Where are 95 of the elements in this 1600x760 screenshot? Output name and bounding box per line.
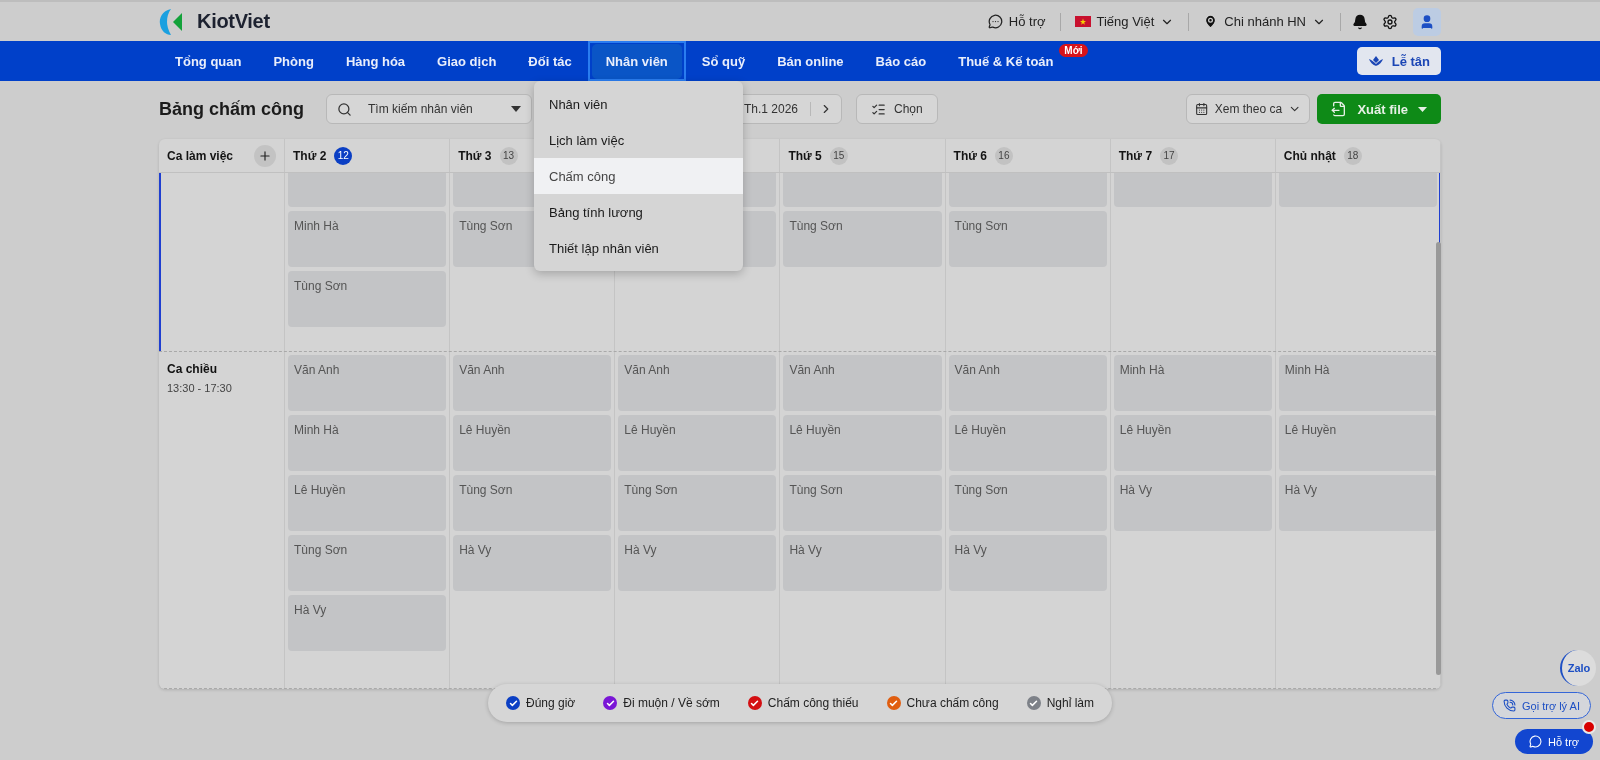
employee-card[interactable]: Văn Anh (618, 355, 777, 411)
nav-tab[interactable]: Hàng hóa (331, 43, 420, 79)
day-header: Thứ 3 (458, 148, 492, 163)
shift-time: 13:30 - 17:30 (167, 382, 233, 394)
export-button[interactable]: Xuất file (1317, 94, 1441, 124)
employee-card[interactable]: Văn Anh (948, 355, 1107, 411)
employee-card[interactable]: Tùng Sơn (288, 271, 447, 327)
nav-tab[interactable]: Phòng (259, 43, 328, 79)
new-badge: Mới (1059, 44, 1088, 57)
employee-card[interactable]: Tùng Sơn (948, 475, 1107, 531)
select-button[interactable]: Chọn (856, 94, 938, 124)
file-export-icon (1331, 101, 1348, 117)
employee-search-field[interactable]: Tìm kiếm nhân viên (326, 94, 533, 124)
date-badge: 12 (334, 146, 353, 165)
employee-card[interactable]: Tùng Sơn (783, 211, 942, 267)
settings-icon (1382, 13, 1398, 30)
page-title: Bảng chấm công (159, 98, 305, 120)
employee-card[interactable]: Hà Vy (1113, 475, 1272, 531)
language-select[interactable]: Tiếng Việt (1060, 14, 1189, 29)
legend-label: Đúng giờ (526, 696, 576, 710)
reception-button[interactable]: Lễ tân (1356, 47, 1441, 75)
ai-assistant-button[interactable]: Gọi trợ lý AI (1492, 692, 1591, 719)
employee-card[interactable]: Tùng Sơn (453, 475, 612, 531)
menu-item[interactable]: Chấm công (534, 158, 743, 194)
menu-item[interactable]: Nhân viên (534, 86, 743, 122)
date-badge: 15 (829, 146, 848, 165)
nav-tab[interactable]: Báo cáo (861, 43, 941, 79)
chat-icon (987, 14, 1003, 29)
employee-card[interactable]: Tùng Sơn (618, 475, 777, 531)
view-select[interactable]: Xem theo ca (1186, 94, 1311, 124)
menu-item[interactable]: Lịch làm việc (534, 122, 743, 158)
chat-icon (1529, 735, 1542, 748)
employee-card[interactable]: Hà Vy (453, 535, 612, 591)
plus-icon (258, 148, 272, 163)
legend-label: Chấm công thiếu (767, 696, 859, 710)
nav-tab[interactable]: Giao dịch (423, 43, 511, 79)
column-header: Ca làm việc (167, 148, 234, 163)
search-icon (337, 101, 353, 117)
day-header: Thứ 5 (788, 148, 822, 163)
employee-card[interactable]: Tùng Sơn (783, 475, 942, 531)
employee-card[interactable]: Lê Huyền (948, 415, 1107, 471)
caret-down-icon (1418, 106, 1427, 112)
legend-label: Nghỉ làm (1046, 696, 1094, 710)
user-icon (1419, 13, 1435, 30)
nav-tab[interactable]: Nhân viên (591, 43, 682, 79)
employee-card[interactable]: Hà Vy (1278, 475, 1437, 531)
support-button[interactable]: Hỗ trợ (1515, 729, 1594, 754)
employee-card[interactable]: Tùng Sơn (288, 535, 447, 591)
flag-icon (1074, 16, 1091, 27)
employee-card[interactable]: Minh Hà (1278, 355, 1437, 411)
employee-card[interactable]: Minh Hà (1113, 355, 1272, 411)
brand-name: KiotViet (197, 10, 270, 33)
zalo-logo[interactable]: Zalo (1560, 650, 1596, 686)
branch-select[interactable]: Chi nhánh HN (1189, 14, 1340, 29)
employee-card[interactable]: Hà Vy (618, 535, 777, 591)
employee-card[interactable]: Tùng Sơn (948, 211, 1107, 267)
scrollbar[interactable] (1436, 242, 1441, 675)
user-avatar[interactable] (1413, 7, 1441, 36)
date-badge: 17 (1160, 146, 1179, 165)
date-badge: 13 (499, 146, 518, 165)
nav-tab[interactable]: Sổ quỹ (687, 43, 760, 79)
add-icon[interactable] (254, 144, 276, 167)
employee-card[interactable]: Văn Anh (288, 355, 447, 411)
employee-card[interactable]: Minh Hà (288, 211, 447, 267)
day-header: Thứ 2 (293, 148, 327, 163)
employee-card[interactable]: Văn Anh (783, 355, 942, 411)
legend-label: Chưa chấm công (906, 696, 999, 710)
employee-card[interactable]: Văn Anh (453, 355, 612, 411)
employee-card[interactable]: Hà Vy (783, 535, 942, 591)
employee-card[interactable]: Lê Huyền (1278, 415, 1437, 471)
day-header: Chủ nhật (1283, 148, 1336, 163)
employee-card[interactable]: Lê Huyền (1113, 415, 1272, 471)
employee-card[interactable]: Lê Huyền (288, 475, 447, 531)
legend-label: Đi muộn / Về sớm (623, 696, 720, 710)
checklist-icon (871, 101, 887, 117)
employee-card[interactable]: Hà Vy (948, 535, 1107, 591)
support-link[interactable]: Hỗ trợ (973, 14, 1060, 29)
date-badge: 16 (994, 146, 1013, 165)
lotus-icon (1367, 55, 1384, 67)
nav-tab[interactable]: Tổng quan (161, 43, 256, 79)
employee-card[interactable]: Minh Hà (288, 415, 447, 471)
phone-icon (1503, 699, 1516, 712)
day-header: Thứ 6 (953, 148, 987, 163)
employee-card[interactable]: Hà Vy (288, 595, 447, 651)
calendar-icon (1195, 102, 1209, 116)
employee-card[interactable]: Lê Huyền (453, 415, 612, 471)
caret-down-icon (511, 106, 522, 112)
day-header: Thứ 7 (1118, 148, 1153, 163)
shift-name: Ca chiều (167, 362, 218, 376)
nav-tab[interactable]: Đối tác (514, 43, 586, 79)
date-badge: 18 (1343, 146, 1362, 165)
nav-tab[interactable]: Bán online (763, 43, 858, 79)
employee-card[interactable]: Lê Huyền (783, 415, 942, 471)
employee-card[interactable]: Lê Huyền (618, 415, 777, 471)
bell-icon (1352, 13, 1368, 30)
